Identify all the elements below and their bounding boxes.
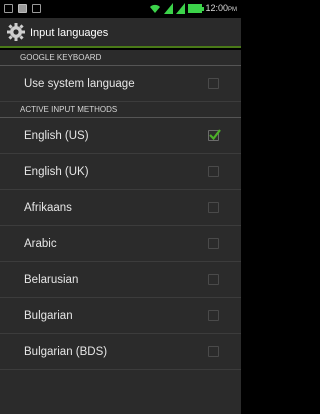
settings-list: GOOGLE KEYBOARD Use system language ACTI… (0, 50, 241, 414)
battery-icon (188, 3, 205, 13)
system-icons: 12:00PM (149, 2, 237, 14)
bulgarian-checkbox[interactable] (208, 310, 219, 321)
action-bar: Input languages (0, 18, 241, 48)
notification-icon (32, 4, 41, 13)
notification-icon (4, 4, 13, 13)
notification-icons (4, 4, 41, 13)
language-row-afrikaans[interactable]: Afrikaans (0, 190, 241, 226)
language-row-bulgarian[interactable]: Bulgarian (0, 298, 241, 334)
bulgarian-bds-checkbox[interactable] (208, 346, 219, 357)
row-label: Bulgarian (24, 309, 73, 322)
row-label: Afrikaans (24, 201, 72, 214)
status-bar: 12:00PM (0, 0, 241, 18)
english-us-checkbox[interactable] (208, 129, 221, 141)
use-system-language-checkbox[interactable] (208, 78, 219, 89)
belarusian-checkbox[interactable] (208, 274, 219, 285)
language-row-arabic[interactable]: Arabic (0, 226, 241, 262)
language-row-english-us[interactable]: English (US) (0, 118, 241, 154)
row-label: Bulgarian (BDS) (24, 345, 108, 358)
language-row-bulgarian-bds[interactable]: Bulgarian (BDS) (0, 334, 241, 370)
arabic-checkbox[interactable] (208, 238, 219, 249)
section-header-google-keyboard: GOOGLE KEYBOARD (0, 50, 241, 66)
row-label: Use system language (24, 77, 135, 90)
section-header-active-input-methods: ACTIVE INPUT METHODS (0, 102, 241, 118)
signal-icon (176, 2, 186, 14)
gear-icon[interactable] (6, 22, 26, 42)
signal-icon (164, 2, 174, 14)
row-label: English (US) (24, 129, 89, 142)
use-system-language-row[interactable]: Use system language (0, 66, 241, 102)
english-uk-checkbox[interactable] (208, 166, 219, 177)
language-row-belarusian[interactable]: Belarusian (0, 262, 241, 298)
page-title: Input languages (30, 27, 109, 39)
image-icon (18, 4, 27, 13)
language-row-english-uk[interactable]: English (UK) (0, 154, 241, 190)
row-label: Arabic (24, 237, 57, 250)
wifi-icon (150, 4, 161, 13)
checkmark-icon (209, 129, 221, 141)
row-label: English (UK) (24, 165, 89, 178)
row-label: Belarusian (24, 273, 79, 286)
clock: 12:00PM (205, 3, 237, 13)
afrikaans-checkbox[interactable] (208, 202, 219, 213)
